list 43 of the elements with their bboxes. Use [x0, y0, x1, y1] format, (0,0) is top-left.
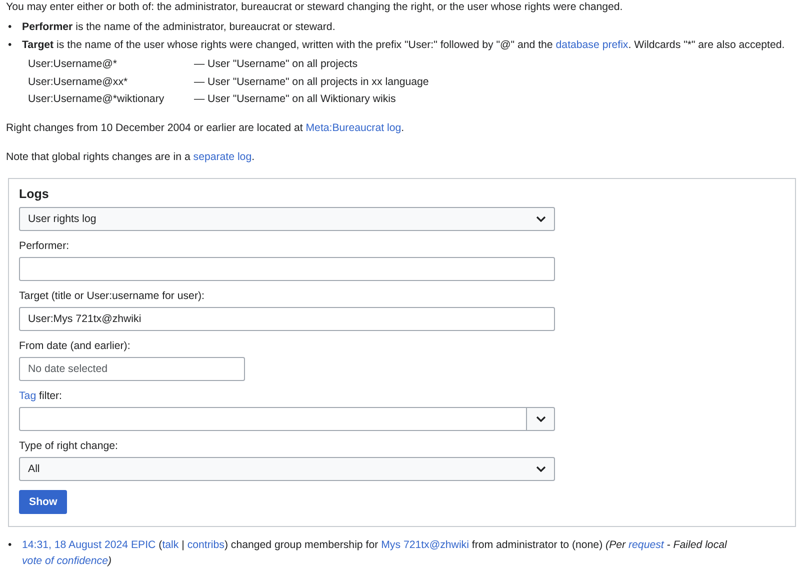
help-text: Target is the name of the user whose rights were changed, written with the prefix "User:" followed by "@" and the database prefix. Wildcards "*" are also accepted. [22, 38, 785, 53]
link[interactable]: talk [162, 538, 179, 550]
chevron-down-icon [536, 466, 546, 472]
link[interactable]: contribs [187, 538, 224, 550]
chevron-down-icon [536, 416, 546, 422]
form-legend: Logs [19, 186, 785, 200]
link[interactable]: request [628, 538, 664, 550]
link[interactable]: separate log [193, 150, 252, 162]
field-label: From date (and earlier): [19, 340, 132, 352]
link[interactable]: vote of confidence [22, 554, 108, 566]
show-button[interactable]: Show [19, 490, 68, 514]
bullet-mark: • [7, 20, 13, 35]
log-entry: 14:31, 18 August 2024 EPIC (talk | contribs) changed group membership for Mys 721tx@zhwiki from administrator to (none) (Per request - Failed local vote of confidence) [22, 538, 728, 568]
help-text: Performer is the name of the administrator, bureaucrat or steward. [22, 20, 336, 35]
text-field[interactable] [19, 256, 555, 280]
dropdown-button[interactable] [527, 406, 555, 430]
example-pattern: User:Username@xx* [28, 74, 129, 90]
field-label: Performer: [19, 240, 70, 252]
link[interactable]: 14:31, 18 August 2024 [22, 538, 128, 550]
link[interactable]: database prefix [556, 39, 628, 51]
example-description: — User "Username" on all projects in xx language [194, 74, 429, 90]
dropdown[interactable]: User rights log [19, 206, 555, 230]
combo-field[interactable] [19, 406, 527, 430]
field-label: Type of right change: [19, 440, 119, 452]
link[interactable]: Meta:Bureaucrat log [306, 122, 402, 134]
field-label: Target (title or User:username for user): [19, 290, 206, 302]
note-text: Right changes from 10 December 2004 or earlier are located at Meta:Bureaucrat log. [6, 120, 406, 134]
text-field[interactable]: User:Mys 721tx@zhwiki [19, 306, 555, 330]
chevron-down-icon [536, 216, 546, 222]
link[interactable]: Tag [19, 390, 36, 402]
dropdown[interactable]: All [19, 456, 555, 480]
date-field[interactable]: No date selected [19, 356, 245, 380]
field-label: Tag filter: [19, 390, 63, 402]
example-description: — User "Username" on all Wiktionary wikis [194, 92, 396, 107]
link[interactable]: EPIC [130, 538, 156, 550]
example-pattern: User:Username@*wiktionary [28, 92, 166, 107]
intro-text: You may enter either or both of: the administrator, bureaucrat or steward changing the right, or the user whose rights were changed. [6, 0, 624, 14]
example-description: — User "Username" on all projects [194, 57, 358, 72]
note-text: Note that global rights changes are in a separate log. [6, 150, 256, 164]
example-pattern: User:Username@* [28, 57, 118, 72]
bullet-mark: • [7, 38, 13, 53]
bullet-mark: • [7, 538, 13, 552]
link[interactable]: Mys 721tx@zhwiki [381, 538, 469, 550]
